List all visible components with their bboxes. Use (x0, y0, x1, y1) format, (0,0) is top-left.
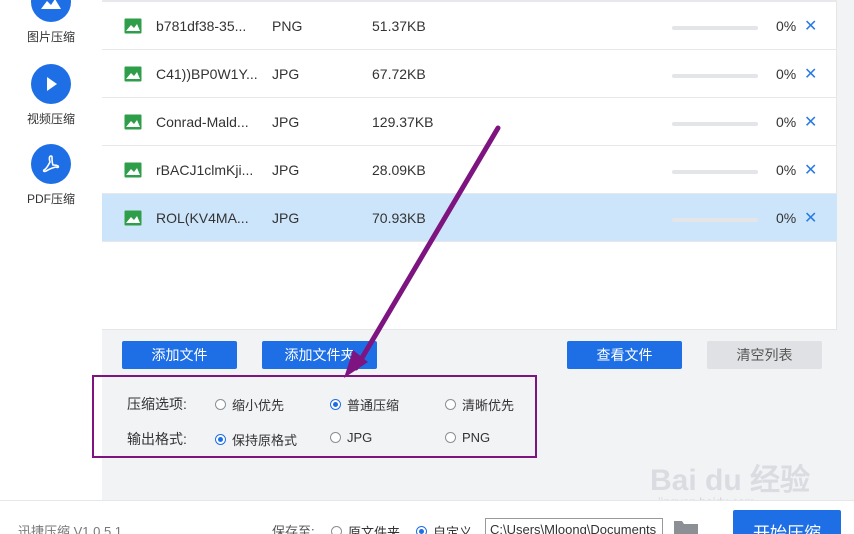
file-size: 129.37KB (372, 114, 434, 130)
version-text: 迅捷压缩 V1.0.5.1 (18, 524, 123, 534)
sidebar: 图片压缩 视频压缩 PDF压缩 (0, 0, 102, 500)
progress-bar (672, 122, 758, 126)
folder-icon[interactable] (673, 518, 699, 534)
file-name: rBACJ1clmKji... (156, 162, 254, 178)
radio-original-folder[interactable]: 原文件夹 (331, 522, 400, 534)
radio-label: 原文件夹 (348, 525, 401, 534)
file-type: JPG (272, 114, 300, 130)
sidebar-item-video-compress[interactable]: 视频压缩 (0, 64, 102, 127)
file-type: JPG (272, 162, 300, 178)
view-files-button[interactable]: 查看文件 (567, 341, 682, 369)
progress-percent: 0% (776, 66, 797, 82)
remove-file-icon[interactable]: ✕ (804, 160, 817, 180)
file-size: 70.93KB (372, 210, 426, 226)
progress-bar (672, 170, 758, 174)
progress-percent: 0% (776, 210, 797, 226)
sidebar-item-label: 视频压缩 (26, 112, 75, 126)
image-file-icon (124, 18, 142, 34)
progress-percent: 0% (776, 162, 797, 178)
watermark-logo: Bai du 经验 (650, 464, 811, 497)
radio-dot (416, 526, 427, 534)
pdf-icon (31, 144, 71, 184)
file-list: b781df38-35... PNG 51.37KB 0% ✕ C41))BP0W1Y..… (102, 0, 837, 330)
progress-bar (672, 74, 758, 78)
radio-dot (331, 526, 342, 534)
progress-percent: 0% (776, 114, 797, 130)
sidebar-item-pdf-compress[interactable]: PDF压缩 (0, 144, 102, 207)
file-name: C41))BP0W1Y... (156, 66, 258, 82)
radio-label: 自定义 (433, 525, 473, 534)
sidebar-item-image-compress[interactable]: 图片压缩 (0, 0, 102, 45)
start-compress-button[interactable]: 开始压缩 (733, 510, 841, 534)
save-path-input[interactable]: C:\Users\Mloong\Documents (485, 518, 663, 534)
image-icon (31, 0, 71, 22)
file-type: JPG (272, 210, 300, 226)
remove-file-icon[interactable]: ✕ (804, 64, 817, 84)
image-file-icon (124, 66, 142, 82)
play-icon (31, 64, 71, 104)
image-file-icon (124, 114, 142, 130)
sidebar-item-label: PDF压缩 (26, 192, 75, 206)
table-row[interactable]: ROL(KV4MA... JPG 70.93KB 0% ✕ (102, 194, 837, 242)
file-name: b781df38-35... (156, 18, 247, 34)
file-type: JPG (272, 66, 300, 82)
clear-list-button[interactable]: 清空列表 (707, 341, 822, 369)
file-size: 67.72KB (372, 66, 426, 82)
progress-percent: 0% (776, 18, 797, 34)
table-row[interactable]: rBACJ1clmKji... JPG 28.09KB 0% ✕ (102, 146, 837, 194)
table-row[interactable]: Conrad-Mald... JPG 129.37KB 0% ✕ (102, 98, 837, 146)
file-size: 28.09KB (372, 162, 426, 178)
table-row[interactable]: C41))BP0W1Y... JPG 67.72KB 0% ✕ (102, 50, 837, 98)
progress-bar (672, 26, 758, 30)
annotation-highlight-box (92, 375, 537, 458)
add-folder-button[interactable]: 添加文件夹 (262, 341, 377, 369)
file-type: PNG (272, 18, 303, 34)
table-row[interactable]: b781df38-35... PNG 51.37KB 0% ✕ (102, 2, 837, 50)
image-file-icon (124, 210, 142, 226)
remove-file-icon[interactable]: ✕ (804, 112, 817, 132)
radio-custom-folder[interactable]: 自定义 (416, 522, 472, 534)
remove-file-icon[interactable]: ✕ (804, 16, 817, 36)
image-file-icon (124, 162, 142, 178)
file-name: ROL(KV4MA... (156, 210, 249, 226)
remove-file-icon[interactable]: ✕ (804, 208, 817, 228)
progress-bar (672, 218, 758, 222)
save-to-label: 保存至: (272, 524, 315, 534)
add-file-button[interactable]: 添加文件 (122, 341, 237, 369)
bottom-bar: 迅捷压缩 V1.0.5.1 保存至: 原文件夹 自定义 C:\Users\Mlo… (0, 500, 854, 534)
file-size: 51.37KB (372, 18, 426, 34)
file-name: Conrad-Mald... (156, 114, 249, 130)
sidebar-item-label: 图片压缩 (26, 30, 75, 44)
